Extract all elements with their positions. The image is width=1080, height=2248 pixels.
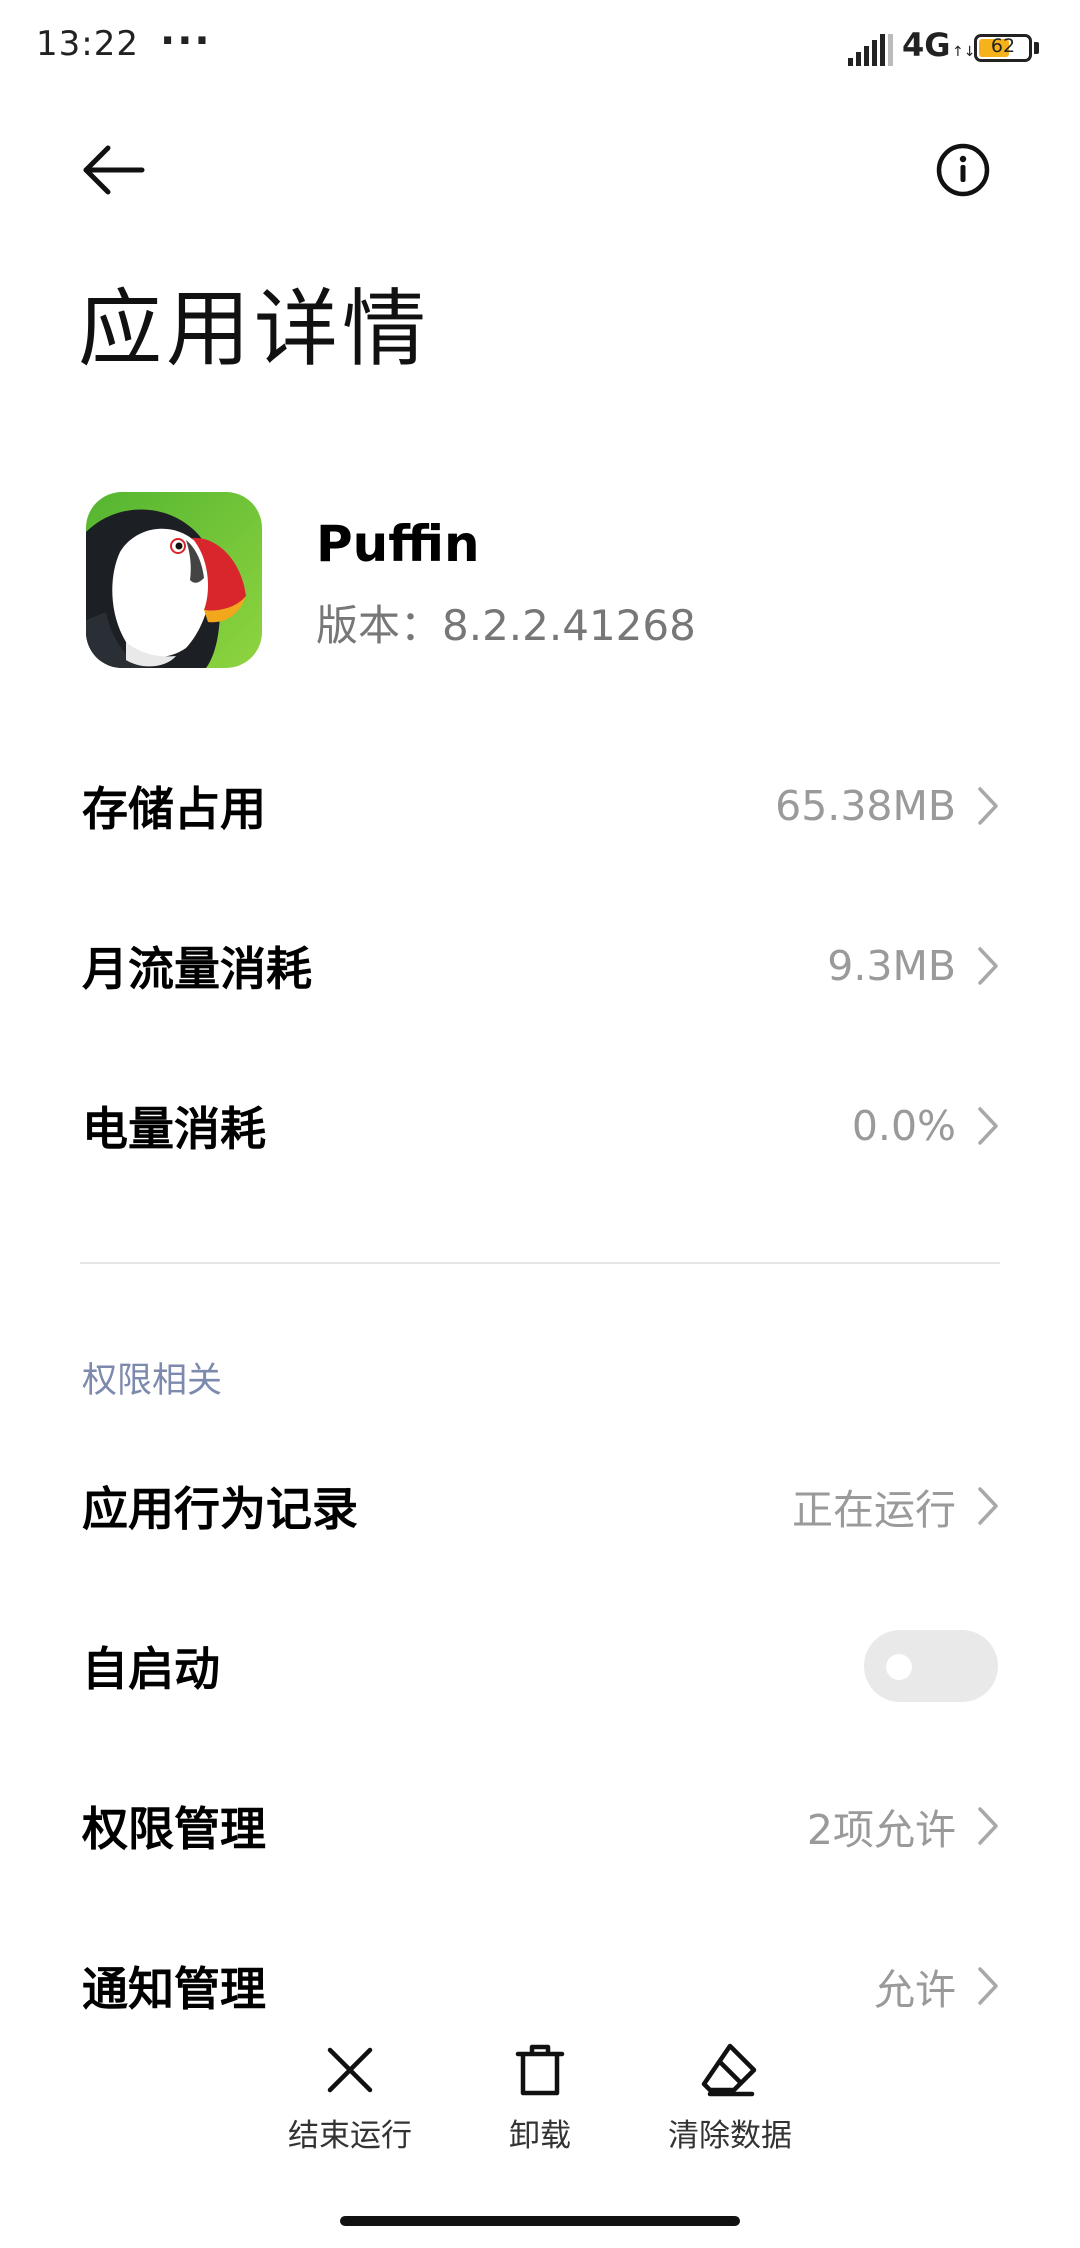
status-time: 13:22 bbox=[36, 24, 139, 64]
row-value: 0.0% bbox=[851, 1102, 956, 1150]
more-notifications-icon: ··· bbox=[160, 18, 212, 64]
network-type: 4G bbox=[902, 26, 951, 64]
toggle-knob bbox=[886, 1654, 912, 1680]
app-version-label: 版本： bbox=[316, 601, 443, 650]
row-permission-management[interactable]: 权限管理 2项允许 bbox=[0, 1751, 1080, 1901]
row-data-usage[interactable]: 月流量消耗 9.3MB bbox=[0, 891, 1080, 1041]
puffin-app-icon bbox=[86, 492, 262, 668]
app-name: Puffin bbox=[316, 515, 480, 573]
chevron-right-icon bbox=[978, 1967, 998, 2005]
row-label: 自启动 bbox=[82, 1642, 220, 1696]
row-autostart[interactable]: 自启动 bbox=[0, 1591, 1080, 1741]
battery-cap bbox=[1034, 42, 1039, 54]
row-label: 存储占用 bbox=[82, 782, 266, 836]
chevron-right-icon bbox=[978, 1107, 998, 1145]
bottom-action-bar: 结束运行 卸载 清除数据 bbox=[0, 2020, 1080, 2248]
row-label: 权限管理 bbox=[82, 1802, 266, 1856]
row-battery-usage[interactable]: 电量消耗 0.0% bbox=[0, 1051, 1080, 1201]
autostart-toggle[interactable] bbox=[864, 1630, 998, 1702]
row-value: 65.38MB bbox=[775, 782, 956, 830]
chevron-right-icon bbox=[978, 947, 998, 985]
close-icon bbox=[327, 2047, 373, 2093]
row-value: 9.3MB bbox=[827, 942, 956, 990]
info-icon[interactable] bbox=[920, 130, 1006, 210]
action-label: 卸载 bbox=[509, 2118, 571, 2154]
row-label: 电量消耗 bbox=[82, 1102, 266, 1156]
battery-level: 62 bbox=[990, 35, 1016, 57]
network-activity-icon: ↑↓ bbox=[952, 44, 976, 60]
row-label: 月流量消耗 bbox=[82, 942, 312, 996]
action-label: 结束运行 bbox=[288, 2118, 412, 2154]
row-value: 正在运行 bbox=[792, 1486, 956, 1534]
clear-data-button[interactable]: 清除数据 bbox=[635, 2040, 825, 2170]
arrow-left-icon[interactable] bbox=[70, 130, 160, 210]
chevron-right-icon bbox=[978, 1807, 998, 1845]
app-version: 版本：8.2.2.41268 bbox=[316, 592, 696, 653]
row-label: 应用行为记录 bbox=[82, 1482, 358, 1536]
app-version-value: 8.2.2.41268 bbox=[442, 601, 696, 650]
row-storage[interactable]: 存储占用 65.38MB bbox=[0, 731, 1080, 881]
action-label: 清除数据 bbox=[668, 2118, 792, 2154]
row-value: 允许 bbox=[874, 1966, 956, 2014]
trash-icon bbox=[515, 2044, 565, 2096]
row-label: 通知管理 bbox=[82, 1962, 266, 2016]
home-indicator[interactable] bbox=[340, 2216, 740, 2226]
uninstall-button[interactable]: 卸载 bbox=[445, 2040, 635, 2170]
row-value: 2项允许 bbox=[806, 1806, 956, 1854]
force-stop-button[interactable]: 结束运行 bbox=[255, 2040, 445, 2170]
eraser-icon bbox=[701, 2043, 757, 2097]
chevron-right-icon bbox=[978, 1487, 998, 1525]
battery-icon: 62 bbox=[974, 34, 1032, 62]
signal-icon bbox=[848, 34, 893, 66]
chevron-right-icon bbox=[978, 787, 998, 825]
section-title-permissions: 权限相关 bbox=[82, 1361, 223, 1401]
row-app-behavior-log[interactable]: 应用行为记录 正在运行 bbox=[0, 1431, 1080, 1581]
page-title: 应用详情 bbox=[78, 280, 431, 378]
divider bbox=[80, 1262, 1000, 1264]
